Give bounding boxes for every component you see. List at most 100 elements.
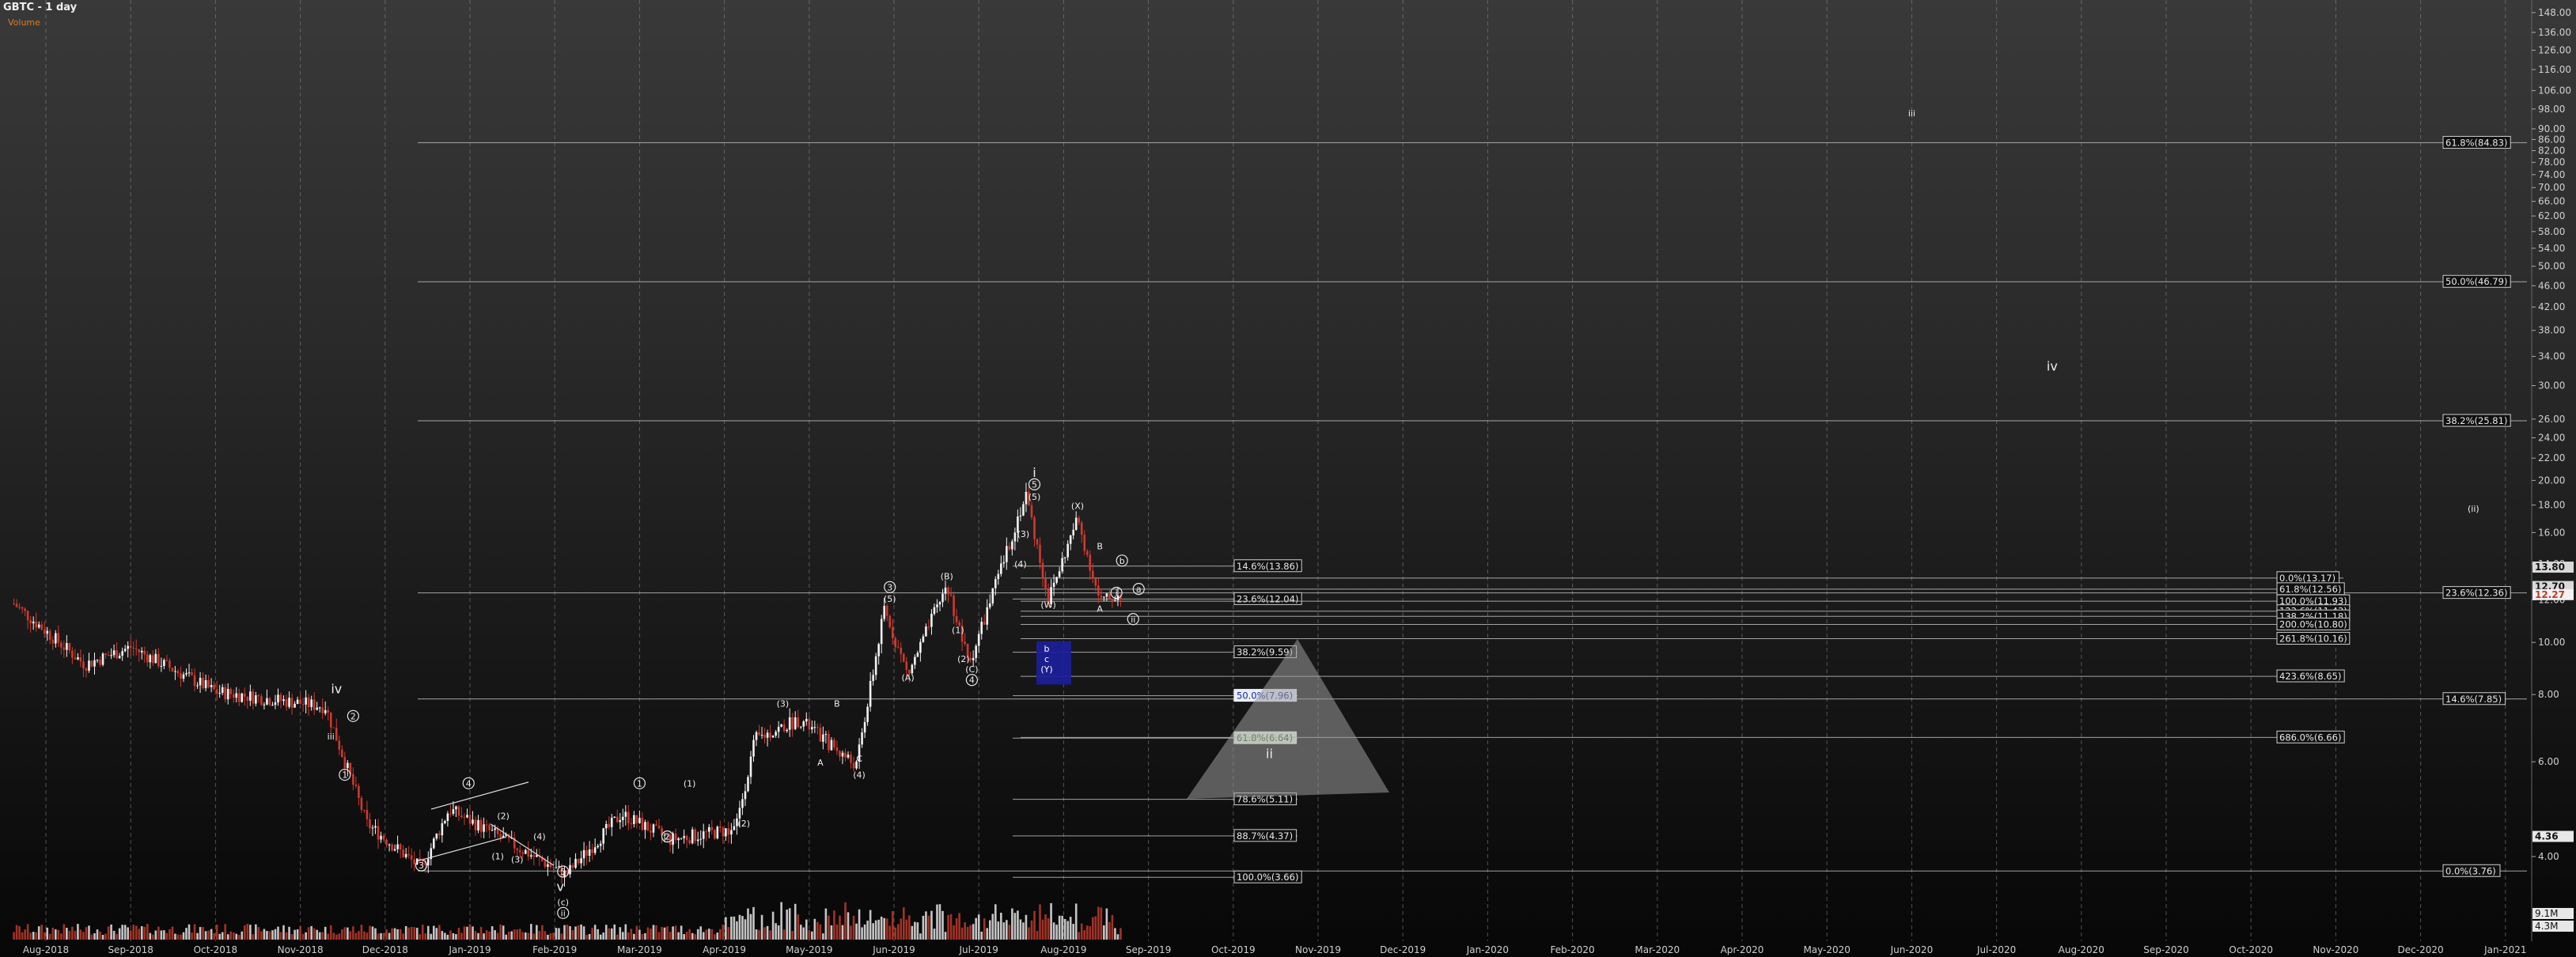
candle-body (182, 674, 185, 679)
candle-body (786, 729, 788, 732)
volume-bar (713, 934, 716, 940)
candle-body (1080, 522, 1083, 535)
y-tick-label: 116.00 (2538, 64, 2571, 75)
candle-body (1055, 577, 1058, 583)
y-tick-label: 24.00 (2538, 433, 2565, 444)
candle-body (549, 864, 552, 868)
candle-body (60, 642, 63, 648)
volume-bar (221, 932, 224, 940)
volume-bar (271, 930, 274, 940)
volume-bar (449, 930, 452, 940)
candle-body (949, 594, 953, 596)
candle-body (165, 660, 169, 661)
volume-bar (316, 929, 318, 940)
volume-bar (691, 932, 694, 940)
candle-body (382, 835, 385, 840)
volume-bar (747, 908, 749, 940)
volume-bar (563, 925, 566, 940)
volume-bar (358, 931, 360, 940)
volume-bar (1072, 924, 1075, 940)
volume-bar (749, 914, 752, 940)
candle-body (347, 762, 349, 769)
candle-body (1011, 541, 1013, 550)
wave-label: i (1116, 588, 1118, 598)
volume-bar (430, 933, 433, 940)
candle-body (282, 699, 285, 702)
volume-bar (953, 925, 955, 940)
volume-bar (382, 932, 385, 940)
candle-body (468, 815, 472, 824)
candle-body (163, 660, 165, 666)
volume-bar (1089, 926, 1092, 940)
volume-bar (140, 926, 143, 940)
volume-bar (307, 927, 310, 940)
candle-body (377, 826, 380, 840)
candle-body (727, 828, 730, 835)
candle-body (129, 645, 132, 648)
candle-body (413, 859, 416, 864)
chart-plot[interactable]: Aug-2018 Sep-2018 Oct-2018 Nov-2018 Dec-2018… (0, 0, 2576, 957)
wave-label: 2 (665, 832, 670, 842)
x-tick-label: Sep-2020 (2143, 944, 2189, 955)
volume-bar (513, 929, 516, 940)
volume-bar (468, 924, 472, 940)
volume-bar (21, 932, 24, 940)
candle-body (657, 825, 661, 829)
volume-bar (780, 902, 782, 940)
volume-bar (313, 928, 316, 940)
volume-bar (435, 928, 438, 940)
candle-body (252, 691, 255, 704)
volume-bar (1050, 902, 1052, 940)
volume-bar (577, 925, 580, 940)
candle-body (824, 734, 828, 736)
volume-bar (335, 934, 338, 940)
candle-body (341, 749, 343, 758)
volume-bar (1047, 918, 1050, 940)
candle-body (90, 660, 93, 667)
x-tick-label: May-2019 (786, 944, 832, 955)
candle-body (610, 817, 613, 827)
candle-body (66, 643, 68, 650)
volume-bar (341, 929, 343, 940)
candle-body (207, 679, 210, 687)
volume-bar (1028, 927, 1030, 940)
candle-body (404, 853, 407, 857)
candle-body (655, 824, 657, 826)
volume-bar (1000, 913, 1002, 940)
candle-body (224, 687, 227, 700)
candle-body (307, 697, 310, 708)
candle-body (744, 791, 747, 800)
volume-bar (472, 926, 474, 940)
wave-label: (5) (1029, 492, 1041, 502)
volume-bar (1044, 914, 1047, 940)
candle-body (1089, 554, 1092, 571)
volume-bar (613, 924, 616, 940)
volume-bar (35, 932, 37, 940)
candle-body (55, 633, 57, 644)
volume-bar (157, 926, 160, 940)
volume-bar (986, 928, 989, 940)
volume-bar (99, 931, 101, 940)
volume-bar (13, 932, 15, 940)
volume-bar (26, 924, 29, 940)
volume-bar (207, 930, 210, 940)
candle-body (196, 685, 199, 687)
volume-bar (96, 929, 99, 940)
candle-body (360, 797, 363, 810)
candle-body (152, 655, 154, 664)
candle-body (1033, 517, 1036, 539)
volume-bar (944, 932, 947, 940)
candle-body (527, 849, 530, 857)
volume-bar (608, 928, 611, 940)
volume-bar (241, 931, 244, 940)
candle-body (644, 822, 646, 830)
candle-body (747, 777, 749, 792)
volume-bar (324, 926, 327, 940)
candle-body (51, 639, 55, 644)
volume-bar (991, 914, 994, 940)
volume-bar (260, 931, 263, 940)
candle-body (775, 732, 777, 736)
candle-body (552, 867, 555, 868)
candle-body (613, 816, 616, 818)
wave-label: B (834, 698, 840, 709)
